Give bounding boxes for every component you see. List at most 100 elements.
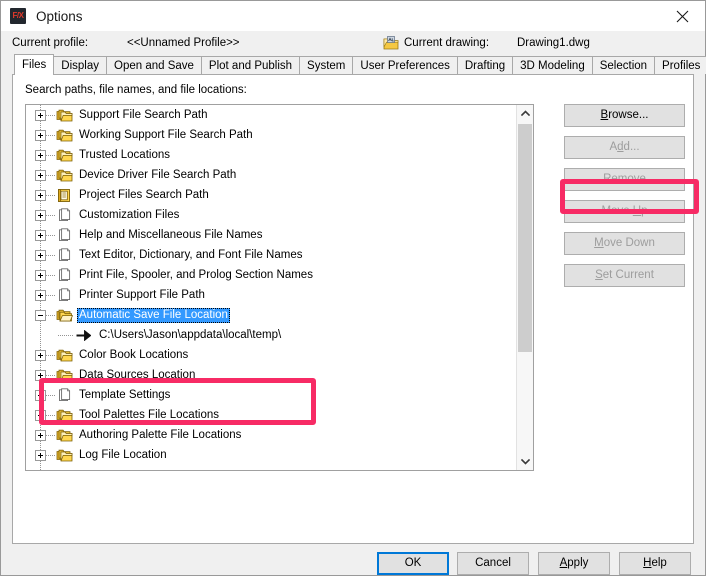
expand-icon[interactable] <box>35 269 46 281</box>
tree-rows-container: Support File Search Path Working Support… <box>26 105 513 470</box>
folder-stack-icon <box>56 108 73 123</box>
expand-icon[interactable] <box>35 249 46 261</box>
expand-icon[interactable] <box>35 129 46 141</box>
tree-row[interactable]: Printer Support File Path <box>26 285 513 305</box>
browse-button[interactable]: Browse... <box>564 104 685 127</box>
help-button[interactable]: Help <box>619 552 691 575</box>
ok-button[interactable]: OK <box>377 552 449 575</box>
tree-row-label: Support File Search Path <box>79 108 208 121</box>
tab-profiles[interactable]: Profiles <box>654 56 706 74</box>
window-title: Options <box>36 8 83 24</box>
file-paths-tree[interactable]: Support File Search Path Working Support… <box>25 104 534 471</box>
tab-3d-modeling[interactable]: 3D Modeling <box>512 56 593 74</box>
expand-icon[interactable] <box>35 109 46 121</box>
expand-icon[interactable] <box>35 149 46 161</box>
tree-connector <box>46 274 55 276</box>
folder-open-icon <box>56 308 73 323</box>
arrow-right-icon <box>76 329 92 341</box>
tree-row-label: Log File Location <box>79 448 167 461</box>
tree-row[interactable]: Color Book Locations <box>26 345 513 365</box>
expand-icon[interactable] <box>35 229 46 241</box>
tree-row[interactable]: Project Files Search Path <box>26 185 513 205</box>
expand-icon[interactable] <box>35 429 46 441</box>
document-stack-icon <box>56 247 73 263</box>
expand-icon[interactable] <box>35 409 46 421</box>
tree-row-label: Print File, Spooler, and Prolog Section … <box>79 268 313 281</box>
tree-row[interactable]: Working Support File Search Path <box>26 125 513 145</box>
path-action-buttons: Browse... Add... Remove Move Up Move Dow… <box>564 104 685 296</box>
close-icon[interactable] <box>660 1 705 31</box>
tree-row-label: Authoring Palette File Locations <box>79 428 242 441</box>
tree-row-label: Data Sources Location <box>79 368 196 381</box>
files-tab-panel: Search paths, file names, and file locat… <box>12 74 699 544</box>
tree-row[interactable]: Template Settings <box>26 385 513 405</box>
tree-row[interactable]: Device Driver File Search Path <box>26 165 513 185</box>
expand-icon[interactable] <box>35 349 46 361</box>
remove-button[interactable]: Remove <box>564 168 685 191</box>
set-current-button[interactable]: Set Current <box>564 264 685 287</box>
expand-icon[interactable] <box>35 169 46 181</box>
tab-open-and-save[interactable]: Open and Save <box>106 56 202 74</box>
add-button[interactable]: Add... <box>564 136 685 159</box>
move-down-button[interactable]: Move Down <box>564 232 685 255</box>
tree-row-label: Text Editor, Dictionary, and Font File N… <box>79 248 303 261</box>
tree-connector <box>46 354 55 356</box>
tab-drafting[interactable]: Drafting <box>456 56 514 74</box>
expand-icon[interactable] <box>35 189 46 201</box>
tree-row[interactable]: Support File Search Path <box>26 105 513 125</box>
tree-row[interactable]: Automatic Save File Location <box>26 305 513 325</box>
tree-row[interactable]: Help and Miscellaneous File Names <box>26 225 513 245</box>
folder-stack-icon <box>56 128 73 143</box>
tab-files[interactable]: Files <box>14 54 55 75</box>
document-stack-icon <box>56 387 73 403</box>
tree-row[interactable]: Trusted Locations <box>26 145 513 165</box>
tree-connector <box>46 374 55 376</box>
tree-row[interactable]: Customization Files <box>26 205 513 225</box>
drawing-file-icon <box>383 35 399 51</box>
tree-row-label: Project Files Search Path <box>79 188 209 201</box>
scroll-up-icon[interactable] <box>517 105 533 122</box>
collapse-icon[interactable] <box>35 309 46 321</box>
tree-connector <box>46 134 55 136</box>
tree-vertical-scrollbar[interactable] <box>516 105 533 470</box>
expand-icon[interactable] <box>35 209 46 221</box>
folder-stack-icon <box>56 168 73 183</box>
tree-row-label: Working Support File Search Path <box>79 128 253 141</box>
tree-row[interactable]: C:\Users\Jason\appdata\local\temp\ <box>26 325 513 345</box>
tree-connector <box>46 454 55 456</box>
landfx-logo-icon: F/X <box>10 8 26 24</box>
scroll-thumb[interactable] <box>518 124 532 352</box>
folder-stack-icon <box>56 348 73 363</box>
tree-connector <box>46 194 55 196</box>
scroll-down-icon[interactable] <box>517 453 533 470</box>
tab-display[interactable]: Display <box>53 56 107 74</box>
current-drawing-value: Drawing1.dwg <box>517 37 590 49</box>
expand-icon[interactable] <box>35 449 46 461</box>
tree-row-label: Help and Miscellaneous File Names <box>79 228 263 241</box>
tree-connector <box>46 414 55 416</box>
tab-selection[interactable]: Selection <box>591 56 656 74</box>
expand-icon[interactable] <box>35 369 46 381</box>
tab-plot-and-publish[interactable]: Plot and Publish <box>200 56 301 74</box>
cancel-button[interactable]: Cancel <box>457 552 529 575</box>
tree-row[interactable]: Print File, Spooler, and Prolog Section … <box>26 265 513 285</box>
tree-row[interactable]: Text Editor, Dictionary, and Font File N… <box>26 245 513 265</box>
expand-icon[interactable] <box>35 289 46 301</box>
apply-button[interactable]: Apply <box>538 552 610 575</box>
tree-connector <box>46 394 55 396</box>
expand-icon[interactable] <box>35 389 46 401</box>
tab-system[interactable]: System <box>299 56 354 74</box>
tree-row[interactable]: Authoring Palette File Locations <box>26 425 513 445</box>
tree-row-label: Device Driver File Search Path <box>79 168 237 181</box>
tab-user-preferences[interactable]: User Preferences <box>352 56 458 74</box>
tree-row[interactable]: Tool Palettes File Locations <box>26 405 513 425</box>
tree-row[interactable]: Data Sources Location <box>26 365 513 385</box>
folder-stack-icon <box>56 408 73 423</box>
tree-row[interactable]: Log File Location <box>26 445 513 465</box>
panel-caption: Search paths, file names, and file locat… <box>25 84 247 96</box>
document-stack-icon <box>56 267 73 283</box>
tree-row-label: Automatic Save File Location <box>77 307 230 323</box>
folder-stack-icon <box>56 428 73 443</box>
move-up-button[interactable]: Move Up <box>564 200 685 223</box>
tree-row-label: C:\Users\Jason\appdata\local\temp\ <box>99 328 282 341</box>
